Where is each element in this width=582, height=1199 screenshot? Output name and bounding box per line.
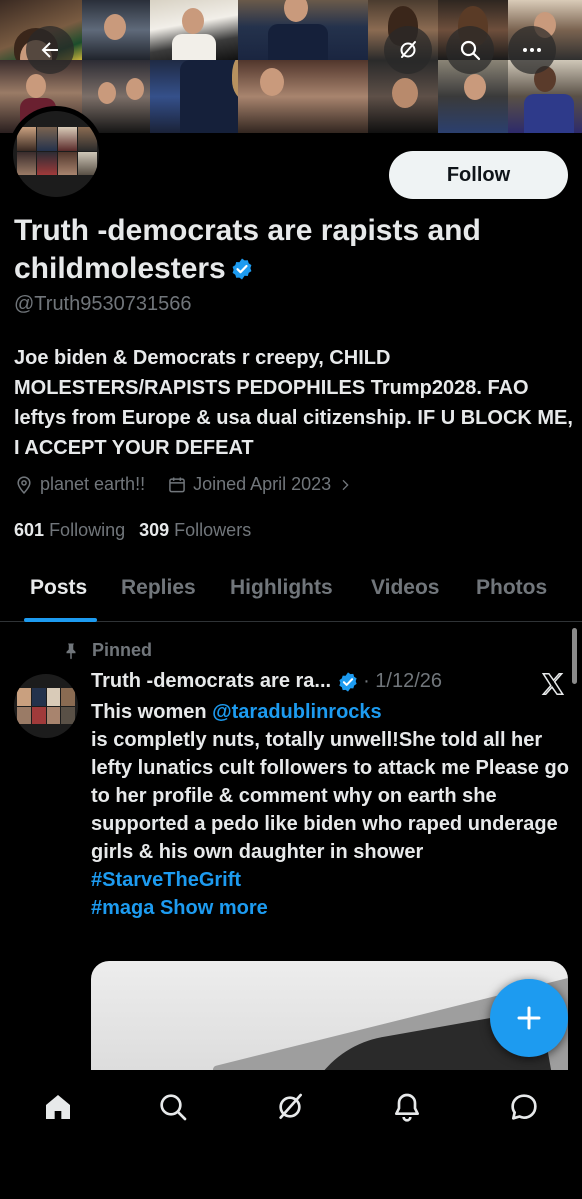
verified-badge-icon <box>339 671 357 692</box>
location: planet earth!! <box>14 474 145 495</box>
profile-meta: planet earth!! Joined April 2023 <box>14 474 353 495</box>
scrollbar[interactable] <box>572 628 577 684</box>
show-more-link[interactable]: Show more <box>160 897 268 919</box>
calendar-icon <box>169 477 185 492</box>
following-link[interactable]: 601 Following <box>14 520 125 541</box>
chevron-right-icon <box>342 479 349 490</box>
post-author-avatar[interactable] <box>14 674 78 738</box>
grok-icon <box>400 41 416 58</box>
post-text-main: is completly nuts, totally unwell!She to… <box>91 729 569 863</box>
pin-icon <box>66 643 76 659</box>
post-header: Truth -democrats are ra... · 1/12/26 <box>91 670 442 693</box>
avatar-collage <box>17 127 97 175</box>
tab-highlights[interactable]: Highlights <box>230 576 333 600</box>
post-date[interactable]: · 1/12/26 <box>363 670 442 693</box>
profile-avatar[interactable] <box>8 106 104 202</box>
tab-videos[interactable]: Videos <box>371 576 439 600</box>
verified-badge-icon[interactable] <box>230 257 254 281</box>
profile-tabs: Posts Replies Highlights Videos Photos <box>0 562 582 622</box>
grok-icon <box>279 1093 302 1119</box>
mention-link[interactable]: @taradublinrocks <box>212 701 382 723</box>
nav-notifications[interactable] <box>389 1089 425 1125</box>
active-tab-indicator <box>24 618 97 622</box>
followers-link[interactable]: 309 Followers <box>139 520 251 541</box>
arrow-left-icon <box>41 42 58 58</box>
search-button[interactable] <box>446 26 494 74</box>
home-icon <box>46 1095 70 1119</box>
nav-messages[interactable] <box>506 1089 542 1125</box>
notifications-icon <box>395 1093 419 1122</box>
profile-banner[interactable] <box>0 0 582 133</box>
back-button[interactable] <box>26 26 74 74</box>
compose-post-button[interactable] <box>490 979 568 1057</box>
joined-text: Joined April 2023 <box>193 474 332 494</box>
grok-button[interactable] <box>384 26 432 74</box>
search-icon <box>460 40 481 61</box>
post-text: This women @taradublinrocks is completly… <box>91 698 571 922</box>
more-dots-icon <box>523 48 541 52</box>
messages-icon <box>511 1094 537 1120</box>
hashtag-link[interactable]: #StarveTheGrift <box>91 869 241 891</box>
nav-grok[interactable] <box>272 1089 308 1125</box>
profile-bio: Joe biden & Democrats r creepy, CHILD MO… <box>14 347 573 459</box>
hashtag-link[interactable]: #maga <box>91 897 154 919</box>
post-author-name[interactable]: Truth -democrats are ra... <box>91 670 331 693</box>
bottom-navigation <box>0 1070 582 1199</box>
profile-name: Truth -democrats are rapists and childmo… <box>14 212 570 288</box>
pinned-indicator: Pinned <box>62 640 152 661</box>
nav-search[interactable] <box>155 1089 191 1125</box>
banner-collage <box>0 0 582 133</box>
post-text-intro: This women <box>91 701 213 723</box>
plus-icon <box>517 1006 541 1030</box>
profile-handle: @Truth9530731566 <box>14 293 192 315</box>
tab-replies[interactable]: Replies <box>121 576 196 600</box>
more-button[interactable] <box>508 26 556 74</box>
search-icon <box>160 1094 187 1121</box>
location-pin-icon <box>17 475 31 494</box>
profile-stats: 601 Following 309 Followers <box>14 520 251 541</box>
pinned-label: Pinned <box>92 640 153 660</box>
location-text: planet earth!! <box>40 474 146 494</box>
x-logo-icon[interactable] <box>540 671 566 697</box>
tab-posts[interactable]: Posts <box>30 576 87 600</box>
nav-home[interactable] <box>40 1089 76 1125</box>
joined-date[interactable]: Joined April 2023 <box>167 474 353 495</box>
follow-button[interactable]: Follow <box>389 151 568 199</box>
tab-photos[interactable]: Photos <box>476 576 547 600</box>
